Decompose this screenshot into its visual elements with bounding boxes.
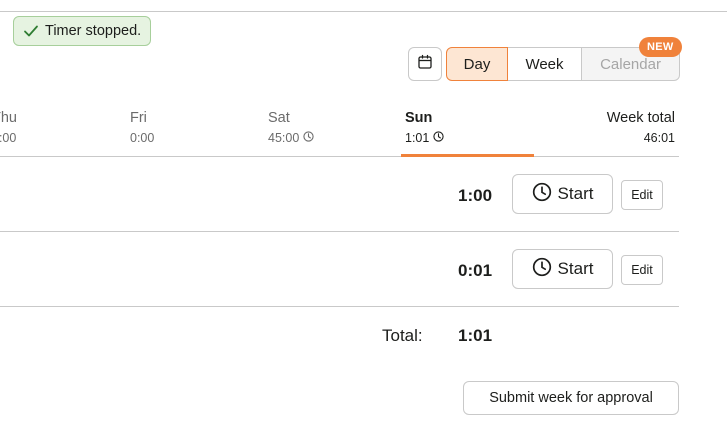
check-icon [23, 23, 39, 39]
day-name: Sat [268, 110, 290, 126]
day-time: 0:00 [130, 131, 155, 145]
day-name: Sun [405, 110, 433, 126]
day-tab-sun[interactable]: Sun 1:01 [405, 110, 444, 145]
week-total-label: Week total [606, 110, 675, 126]
day-time: 1:01 [405, 131, 444, 145]
new-badge: NEW [639, 37, 682, 57]
day-tab-thu[interactable]: Thu 0:00 [0, 110, 17, 145]
start-timer-button[interactable]: Start [512, 249, 613, 289]
submit-week-button[interactable]: Submit week for approval [463, 381, 679, 415]
day-total-value: 1:01 [458, 326, 493, 345]
edit-entry-button[interactable]: Edit [621, 255, 663, 285]
calendar-picker-button[interactable] [408, 47, 442, 81]
view-week-button[interactable]: Week [508, 47, 582, 81]
row-divider [0, 306, 679, 307]
day-tab-sat[interactable]: Sat 45:00 [268, 110, 314, 145]
day-name: Fri [130, 110, 147, 126]
clock-icon [532, 257, 552, 282]
clock-icon [303, 131, 314, 145]
day-name: Thu [0, 110, 17, 126]
day-time: 0:00 [0, 131, 17, 145]
start-label: Start [557, 184, 594, 203]
header-divider [0, 156, 679, 157]
week-total: Week total 46:01 [607, 110, 675, 145]
day-time: 45:00 [268, 131, 314, 145]
calendar-icon [417, 54, 433, 75]
top-divider [0, 11, 727, 12]
start-label: Start [557, 259, 594, 278]
row-divider [0, 231, 679, 232]
clock-icon [532, 182, 552, 207]
timer-toast: Timer stopped. [13, 16, 152, 46]
edit-entry-button[interactable]: Edit [621, 180, 663, 210]
toast-message: Timer stopped. [45, 23, 142, 39]
day-tab-fri[interactable]: Fri 0:00 [130, 110, 154, 145]
view-day-button[interactable]: Day [446, 47, 508, 81]
entry-duration: 1:00 [458, 186, 493, 205]
week-total-value: 46:01 [643, 131, 675, 145]
clock-icon [433, 131, 444, 145]
active-day-indicator [401, 154, 534, 157]
day-total-label: Total: [382, 326, 423, 345]
entry-duration: 0:01 [458, 261, 493, 280]
start-timer-button[interactable]: Start [512, 174, 613, 214]
